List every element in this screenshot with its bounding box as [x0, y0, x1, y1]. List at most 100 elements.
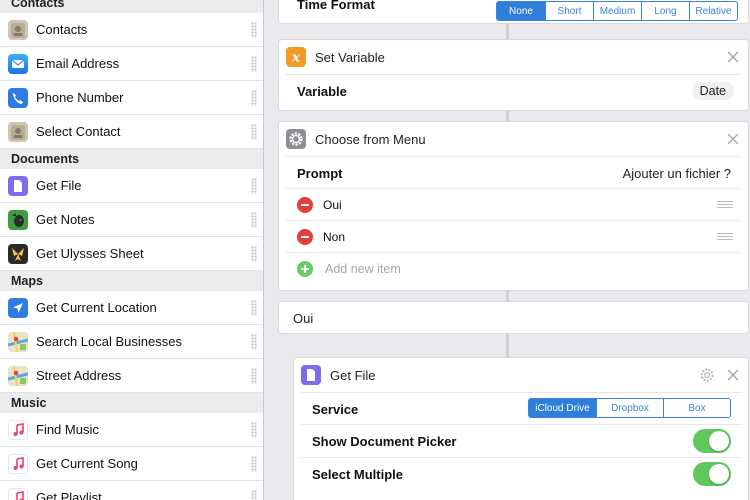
drag-handle-icon[interactable] [251, 490, 257, 500]
menu-item-label[interactable]: Oui [323, 198, 342, 212]
card-header: Get File [294, 358, 748, 392]
segment-box[interactable]: Box [663, 399, 730, 417]
action-library-sidebar: Contacts Contacts Email Address Phone Nu… [0, 0, 264, 500]
segment-medium[interactable]: Medium [593, 2, 641, 20]
maps-icon [8, 365, 28, 386]
sidebar-item-get-playlist[interactable]: Get Playlist [0, 481, 263, 500]
menu-item-row[interactable]: Oui [286, 188, 741, 220]
param-label: Prompt [297, 165, 343, 181]
segment-relative[interactable]: Relative [689, 2, 737, 20]
variable-row[interactable]: Variable Date [286, 74, 741, 107]
reorder-handle-icon[interactable] [717, 233, 733, 240]
drag-handle-icon[interactable] [251, 334, 257, 350]
sidebar-item-get-file[interactable]: Get File [0, 169, 263, 203]
drag-handle-icon[interactable] [251, 90, 257, 106]
drag-handle-icon[interactable] [251, 246, 257, 262]
reorder-handle-icon[interactable] [717, 201, 733, 208]
sidebar-item-label: Get Current Song [36, 456, 138, 471]
sidebar-item-phone-number[interactable]: Phone Number [0, 81, 263, 115]
drag-handle-icon[interactable] [251, 422, 257, 438]
music-note-icon [8, 419, 28, 440]
drag-handle-icon[interactable] [251, 456, 257, 472]
evernote-icon [8, 209, 28, 230]
param-label: Select Multiple [312, 466, 404, 482]
prompt-row[interactable]: Prompt Ajouter un fichier ? [286, 156, 741, 189]
mail-icon [8, 53, 28, 74]
drag-handle-icon[interactable] [251, 212, 257, 228]
menu-item-row[interactable]: Non [286, 220, 741, 252]
show-document-picker-row: Show Document Picker [301, 424, 741, 457]
segment-dropbox[interactable]: Dropbox [596, 399, 663, 417]
sidebar-item-search-local-businesses[interactable]: Search Local Businesses [0, 325, 263, 359]
sidebar-item-get-ulysses-sheet[interactable]: Get Ulysses Sheet [0, 237, 263, 271]
menu-branch-header: Oui [278, 301, 749, 334]
sidebar-item-label: Contacts [36, 22, 88, 37]
drag-handle-icon[interactable] [251, 178, 257, 194]
time-format-segmented-control[interactable]: None Short Medium Long Relative [496, 1, 738, 21]
add-item-placeholder[interactable]: Add new item [325, 262, 401, 276]
variable-name-token[interactable]: Date [691, 82, 734, 100]
card-title: Get File [330, 367, 376, 383]
sidebar-item-get-current-song[interactable]: Get Current Song [0, 447, 263, 481]
phone-icon [8, 87, 28, 108]
param-label: Time Format [297, 0, 375, 12]
sidebar-item-get-notes[interactable]: Get Notes [0, 203, 263, 237]
select-multiple-toggle[interactable] [693, 462, 731, 486]
variable-x-icon: x [286, 47, 306, 67]
remove-item-button[interactable] [297, 196, 313, 213]
service-segmented-control[interactable]: iCloud Drive Dropbox Box [528, 398, 731, 418]
drag-handle-icon[interactable] [251, 124, 257, 140]
section-header-maps: Maps [0, 271, 263, 291]
sidebar-item-street-address[interactable]: Street Address [0, 359, 263, 393]
segment-short[interactable]: Short [545, 2, 593, 20]
prompt-value[interactable]: Ajouter un fichier ? [623, 166, 731, 181]
card-header: x Set Variable [279, 40, 748, 74]
sidebar-item-label: Get File [36, 178, 82, 193]
choose-from-menu-action-card[interactable]: Choose from Menu Prompt Ajouter un fichi… [278, 121, 749, 291]
select-multiple-row: Select Multiple [301, 457, 741, 490]
sidebar-item-label: Phone Number [36, 90, 124, 105]
file-icon [8, 175, 28, 196]
sidebar-item-get-current-location[interactable]: Get Current Location [0, 291, 263, 325]
close-icon[interactable] [727, 51, 739, 63]
remove-item-button[interactable] [297, 228, 313, 245]
sidebar-item-find-music[interactable]: Find Music [0, 413, 263, 447]
param-label: Service [312, 401, 359, 417]
sidebar-item-email-address[interactable]: Email Address [0, 47, 263, 81]
set-variable-action-card[interactable]: x Set Variable Variable Date [278, 39, 749, 111]
segment-none[interactable]: None [497, 2, 545, 20]
section-header-contacts: Contacts [0, 0, 263, 13]
location-arrow-icon [8, 297, 28, 318]
show-document-picker-toggle[interactable] [693, 429, 731, 453]
param-label: Show Document Picker [312, 433, 457, 449]
connector-line [506, 24, 509, 40]
sidebar-item-select-contact[interactable]: Select Contact [0, 115, 263, 149]
menu-item-label[interactable]: Non [323, 230, 345, 244]
add-item-button[interactable] [297, 260, 313, 277]
get-file-action-card[interactable]: Get File Service iCloud Drive Dropbox Bo… [293, 357, 749, 500]
drag-handle-icon[interactable] [251, 22, 257, 38]
sidebar-item-label: Select Contact [36, 124, 121, 139]
sidebar-item-label: Street Address [36, 368, 122, 383]
sidebar-item-contacts[interactable]: Contacts [0, 13, 263, 47]
settings-gear-icon[interactable] [699, 367, 715, 383]
close-icon[interactable] [727, 133, 739, 145]
format-date-action-card: Time Format None Short Medium Long Relat… [278, 0, 749, 24]
drag-handle-icon[interactable] [251, 56, 257, 72]
segment-long[interactable]: Long [641, 2, 689, 20]
drag-handle-icon[interactable] [251, 368, 257, 384]
sidebar-item-label: Get Current Location [36, 300, 157, 315]
segment-icloud-drive[interactable]: iCloud Drive [529, 399, 596, 417]
contacts-icon [8, 121, 28, 142]
section-header-music: Music [0, 393, 263, 413]
card-header: Choose from Menu [279, 122, 748, 156]
drag-handle-icon[interactable] [251, 300, 257, 316]
sidebar-item-label: Get Playlist [36, 490, 102, 500]
card-title: Choose from Menu [315, 131, 426, 147]
add-item-row[interactable]: Add new item [286, 252, 741, 284]
sidebar-item-label: Search Local Businesses [36, 334, 182, 349]
close-icon[interactable] [727, 369, 739, 381]
param-label: Variable [297, 83, 347, 99]
branch-label: Oui [293, 311, 314, 326]
contacts-icon [8, 19, 28, 40]
